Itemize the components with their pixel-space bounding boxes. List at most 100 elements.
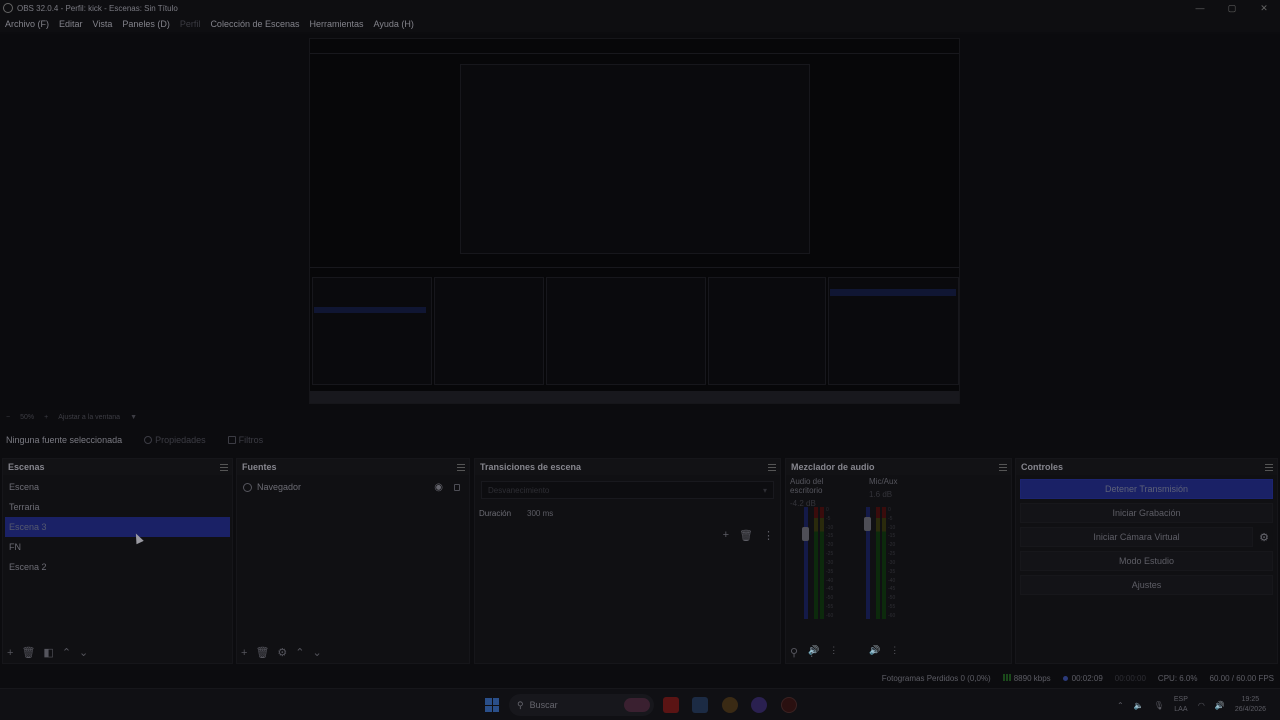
move-up-icon[interactable]: ⌃ (62, 646, 71, 659)
more-icon[interactable]: ⋮ (890, 645, 899, 656)
menu-edit[interactable]: Editar (59, 19, 83, 29)
clock[interactable]: 19:25 26/4/2026 (1235, 695, 1266, 715)
scene-item[interactable]: Escena 2 (3, 557, 232, 577)
trash-icon[interactable]: 🗑 (255, 646, 269, 659)
scenes-dock: Escenas Escena Terraria Escena 3 FN Esce… (2, 458, 233, 664)
volume-knob[interactable] (864, 517, 871, 531)
meter-scale: 0 -5 -10 -15 -20 -25 -30 -35 -40 -45 -50 -55 -60 (888, 507, 896, 619)
source-label: Navegador (257, 482, 302, 492)
dock-menu-icon[interactable] (1265, 463, 1273, 471)
menu-help[interactable]: Ayuda (H) (374, 19, 414, 29)
more-icon[interactable]: ⋮ (763, 529, 774, 542)
menu-file[interactable]: Archivo (F) (5, 19, 49, 29)
lock-icon[interactable] (454, 483, 460, 491)
mixer-header: Mezclador de audio (786, 459, 1011, 475)
transition-value: Desvanecimiento (488, 485, 550, 495)
obs-icon[interactable] (781, 697, 797, 713)
duration-label: Duración (479, 508, 512, 518)
taskbar-search[interactable]: ⚲ Buscar (509, 694, 654, 716)
status-bar: Fotogramas Perdidos 0 (0,0%) 8890 kbps 0… (0, 670, 1280, 686)
gear-icon[interactable]: ⚙ (1254, 527, 1274, 547)
dock-menu-icon[interactable] (768, 463, 776, 471)
close-icon[interactable]: ✕ (1248, 0, 1280, 16)
scene-item-selected[interactable]: Escena 3 (5, 517, 230, 537)
menu-bar: Archivo (F) Editar Vista Paneles (D) Per… (0, 16, 1280, 32)
gear-icon[interactable]: ⚙ (277, 646, 287, 659)
trash-icon[interactable]: 🗑 (739, 529, 753, 542)
audio-mixer-dock: Mezclador de audio Audio del escritorio … (785, 458, 1012, 664)
transitions-title: Transiciones de escena (480, 462, 582, 472)
add-icon[interactable]: + (7, 647, 13, 659)
link-icon[interactable]: ⚲ (790, 646, 798, 659)
dock-menu-icon[interactable] (999, 463, 1007, 471)
trash-icon[interactable]: 🗑 (21, 646, 35, 659)
menu-tools[interactable]: Herramientas (310, 19, 364, 29)
menu-docks[interactable]: Paneles (D) (122, 19, 170, 29)
move-up-icon[interactable]: ⌃ (295, 646, 304, 659)
zoom-out-icon[interactable]: − (6, 414, 10, 421)
move-down-icon[interactable]: ⌄ (79, 646, 88, 659)
preview-content (312, 277, 432, 385)
add-icon[interactable]: + (241, 647, 247, 659)
source-item[interactable]: Navegador ◉ (237, 477, 469, 497)
move-down-icon[interactable]: ⌄ (313, 646, 322, 659)
chrome-icon[interactable] (722, 697, 738, 713)
dock-menu-icon[interactable] (220, 463, 228, 471)
no-source-label: Ninguna fuente seleccionada (6, 435, 123, 445)
transition-select[interactable]: Desvanecimiento ▾ (481, 481, 774, 499)
app-icon[interactable] (663, 697, 679, 713)
language-indicator[interactable]: ESP LAA (1174, 695, 1188, 715)
start-recording-button[interactable]: Iniciar Grabación (1020, 503, 1273, 523)
properties-button[interactable]: Propiedades (144, 435, 206, 445)
steam-icon[interactable] (692, 697, 708, 713)
zoom-in-icon[interactable]: + (44, 414, 48, 421)
scene-item[interactable]: FN (3, 537, 232, 557)
dock-menu-icon[interactable] (457, 463, 465, 471)
menu-view[interactable]: Vista (93, 19, 113, 29)
level-bar (876, 507, 880, 619)
scene-item[interactable]: Escena (3, 477, 232, 497)
chevron-up-icon[interactable]: ⌃ (1117, 701, 1124, 710)
bitrate: 8890 kbps (1002, 673, 1051, 683)
volume-meter: 0 -5 -10 -15 -20 -25 -30 -35 -40 -45 -50 -55 -60 (802, 507, 840, 619)
scenes-header: Escenas (3, 459, 232, 475)
start-virtual-camera-button[interactable]: Iniciar Cámara Virtual ⚙ (1020, 527, 1269, 547)
stop-streaming-button[interactable]: Detener Transmisión (1020, 479, 1273, 499)
filter-icon[interactable]: ◧ (43, 646, 53, 659)
duration-input[interactable]: 300 ms (527, 509, 774, 518)
scene-item[interactable]: Terraria (3, 497, 232, 517)
transitions-toolbar: + 🗑 ⋮ (723, 529, 774, 542)
microphone-icon[interactable]: 🎙 (1154, 701, 1164, 710)
controls-dock: Controles Detener Transmisión Iniciar Gr… (1015, 458, 1278, 664)
stream-time: 00:02:09 (1062, 674, 1103, 683)
speaker-icon[interactable]: 🔊 (1215, 701, 1225, 710)
discord-icon[interactable] (751, 697, 767, 713)
more-icon[interactable]: ⋮ (806, 646, 817, 659)
mixer-toolbar: ⚲ ⋮ (790, 646, 817, 659)
eye-icon[interactable]: ◉ (434, 482, 443, 493)
add-icon[interactable]: + (723, 529, 729, 542)
settings-button[interactable]: Ajustes (1020, 575, 1273, 595)
menu-scene-collection[interactable]: Colección de Escenas (210, 19, 299, 29)
meter-scale: 0 -5 -10 -15 -20 -25 -30 -35 -40 -45 -50 -55 -60 (826, 507, 834, 619)
volume-knob[interactable] (802, 527, 809, 541)
preview-canvas[interactable] (309, 38, 960, 404)
menu-profile[interactable]: Perfil (180, 19, 201, 29)
maximize-icon[interactable]: ▢ (1216, 0, 1248, 16)
wifi-icon[interactable]: ◠ (1198, 701, 1205, 710)
speaker-icon[interactable]: 🔊 (869, 645, 880, 656)
volume-slider[interactable] (804, 507, 808, 619)
chevron-down-icon[interactable]: ▼ (130, 414, 137, 421)
transitions-dock: Transiciones de escena Desvanecimiento ▾… (474, 458, 781, 664)
zoom-fit[interactable]: Ajustar a la ventana (58, 414, 120, 421)
lang-bottom: LAA (1174, 706, 1188, 713)
studio-mode-button[interactable]: Modo Estudio (1020, 551, 1273, 571)
filters-button[interactable]: Filtros (227, 435, 263, 445)
more-icon[interactable]: ⋮ (829, 645, 838, 656)
sources-title: Fuentes (242, 462, 277, 472)
volume-tray-icon[interactable]: 🔈 (1134, 701, 1144, 710)
scenes-title: Escenas (8, 462, 45, 472)
minimize-icon[interactable]: — (1184, 0, 1216, 16)
windows-start-icon[interactable] (485, 698, 499, 712)
filter-icon (227, 436, 236, 444)
